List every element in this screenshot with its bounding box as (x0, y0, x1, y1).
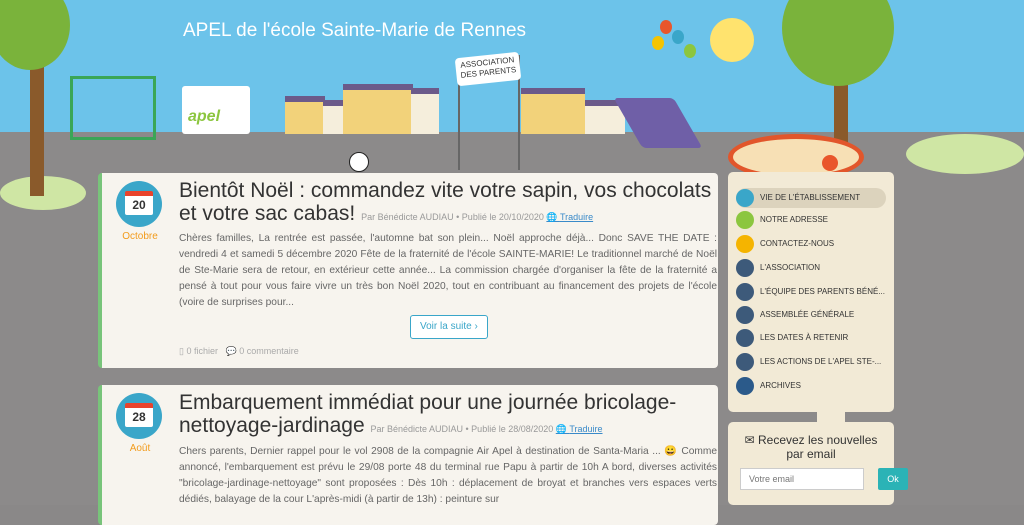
sidebar-item-label: LES ACTIONS DE L'APEL STE-... (760, 357, 882, 366)
article-title[interactable]: Bientôt Noël : commandez vite votre sapi… (179, 179, 719, 229)
sidebar-item-label: L'ASSOCIATION (760, 263, 821, 272)
files-link[interactable]: 0 fichier (186, 346, 218, 356)
jungle-gym (70, 76, 156, 140)
balloon-icon (660, 20, 672, 34)
translate-label[interactable]: Traduire (560, 212, 593, 222)
newsletter-title: ✉ Recevez les nouvelles par email (744, 433, 878, 461)
calendar-icon: 20 (116, 181, 162, 227)
article-title[interactable]: Embarquement immédiat pour une journée b… (179, 391, 719, 441)
read-more-button[interactable]: Voir la suite › (410, 315, 488, 339)
sidebar-item-label: ARCHIVES (760, 381, 801, 390)
sidebar-item-equipe[interactable]: L'ÉQUIPE DES PARENTS BÉNÉ... (736, 282, 886, 302)
document-icon (736, 306, 754, 324)
email-field[interactable]: Votre email (740, 468, 864, 490)
grass-right (906, 134, 1024, 174)
sidebar-item-association[interactable]: L'ASSOCIATION (736, 258, 886, 278)
map-pin-icon (736, 211, 754, 229)
balloon-icon (684, 44, 696, 58)
calendar-day: 20 (125, 191, 153, 215)
sidebar-item-dates[interactable]: LES DATES À RETENIR (736, 328, 886, 348)
calendar-month: Août (129, 443, 151, 454)
sidebar-menu: VIE DE L'ÉTABLISSEMENT NOTRE ADRESSE CON… (728, 172, 894, 412)
subscribe-button[interactable]: Ok (878, 468, 908, 490)
comment-icon: 💬 (225, 346, 237, 356)
document-icon (736, 329, 754, 347)
sidebar-item-adresse[interactable]: NOTRE ADRESSE (736, 210, 886, 230)
article-card: 28 Août Embarquement immédiat pour une j… (98, 385, 718, 525)
sidebar-item-vie-etablissement[interactable]: VIE DE L'ÉTABLISSEMENT (736, 188, 886, 208)
sidebar-item-label: L'ÉQUIPE DES PARENTS BÉNÉ... (760, 287, 885, 296)
file-icon: ▯ (179, 346, 184, 356)
document-icon (736, 259, 754, 277)
article-meta-text: Par Bénédicte AUDIAU • Publié le 28/08/2… (370, 424, 554, 434)
sidebar-item-label: LES DATES À RETENIR (760, 333, 849, 342)
site-title[interactable]: APEL de l'école Sainte-Marie de Rennes (183, 20, 526, 42)
folder-icon (736, 353, 754, 371)
apel-logo[interactable]: apel (182, 86, 250, 134)
sidebar-item-label: ASSEMBLÉE GÉNÉRALE (760, 310, 855, 319)
calendar-month: Octobre (122, 231, 158, 242)
sidebar-item-label: VIE DE L'ÉTABLISSEMENT (760, 193, 861, 202)
article-meta: Par Bénédicte AUDIAU • Publié le 20/10/2… (361, 212, 593, 222)
balloon-icon (672, 30, 684, 44)
sun-icon (710, 18, 754, 62)
article-excerpt: Chères familles, La rentrée est passée, … (179, 233, 717, 308)
article-card: 20 Octobre Bientôt Noël : commandez vite… (98, 173, 718, 368)
translate-link[interactable]: 🌐 Traduire (556, 424, 603, 434)
envelope-icon (736, 235, 754, 253)
calendar-icon: 28 (116, 393, 162, 439)
calendar-day: 28 (125, 403, 153, 427)
sidebar-item-actions[interactable]: LES ACTIONS DE L'APEL STE-... (736, 352, 886, 372)
translate-link[interactable]: 🌐 Traduire (546, 212, 593, 222)
soccer-ball (349, 152, 369, 172)
pushpin-icon (822, 155, 838, 171)
translate-label[interactable]: Traduire (569, 424, 602, 434)
document-icon (736, 283, 754, 301)
sidebar-item-label: NOTRE ADRESSE (760, 215, 829, 224)
sidebar-item-label: CONTACTEZ-NOUS (760, 239, 835, 248)
school-icon (736, 189, 754, 207)
comments-link[interactable]: 0 commentaire (239, 346, 299, 356)
sidebar-item-contact[interactable]: CONTACTEZ-NOUS (736, 234, 886, 254)
balloon-icon (652, 36, 664, 50)
newsletter-widget: ✉ Recevez les nouvelles par email Votre … (728, 422, 908, 505)
article-excerpt: Chers parents, Dernier rappel pour le vo… (179, 446, 717, 505)
sidebar-item-assemblee[interactable]: ASSEMBLÉE GÉNÉRALE (736, 305, 886, 325)
logo-text: apel (188, 108, 221, 125)
article-footer: ▯ 0 fichier 💬 0 commentaire (179, 346, 299, 357)
sidebar-item-archives[interactable]: ARCHIVES (736, 376, 886, 396)
article-meta: Par Bénédicte AUDIAU • Publié le 28/08/2… (370, 424, 602, 434)
archive-icon (736, 377, 754, 395)
article-meta-text: Par Bénédicte AUDIAU • Publié le 20/10/2… (361, 212, 544, 222)
houses-illustration (285, 82, 635, 134)
